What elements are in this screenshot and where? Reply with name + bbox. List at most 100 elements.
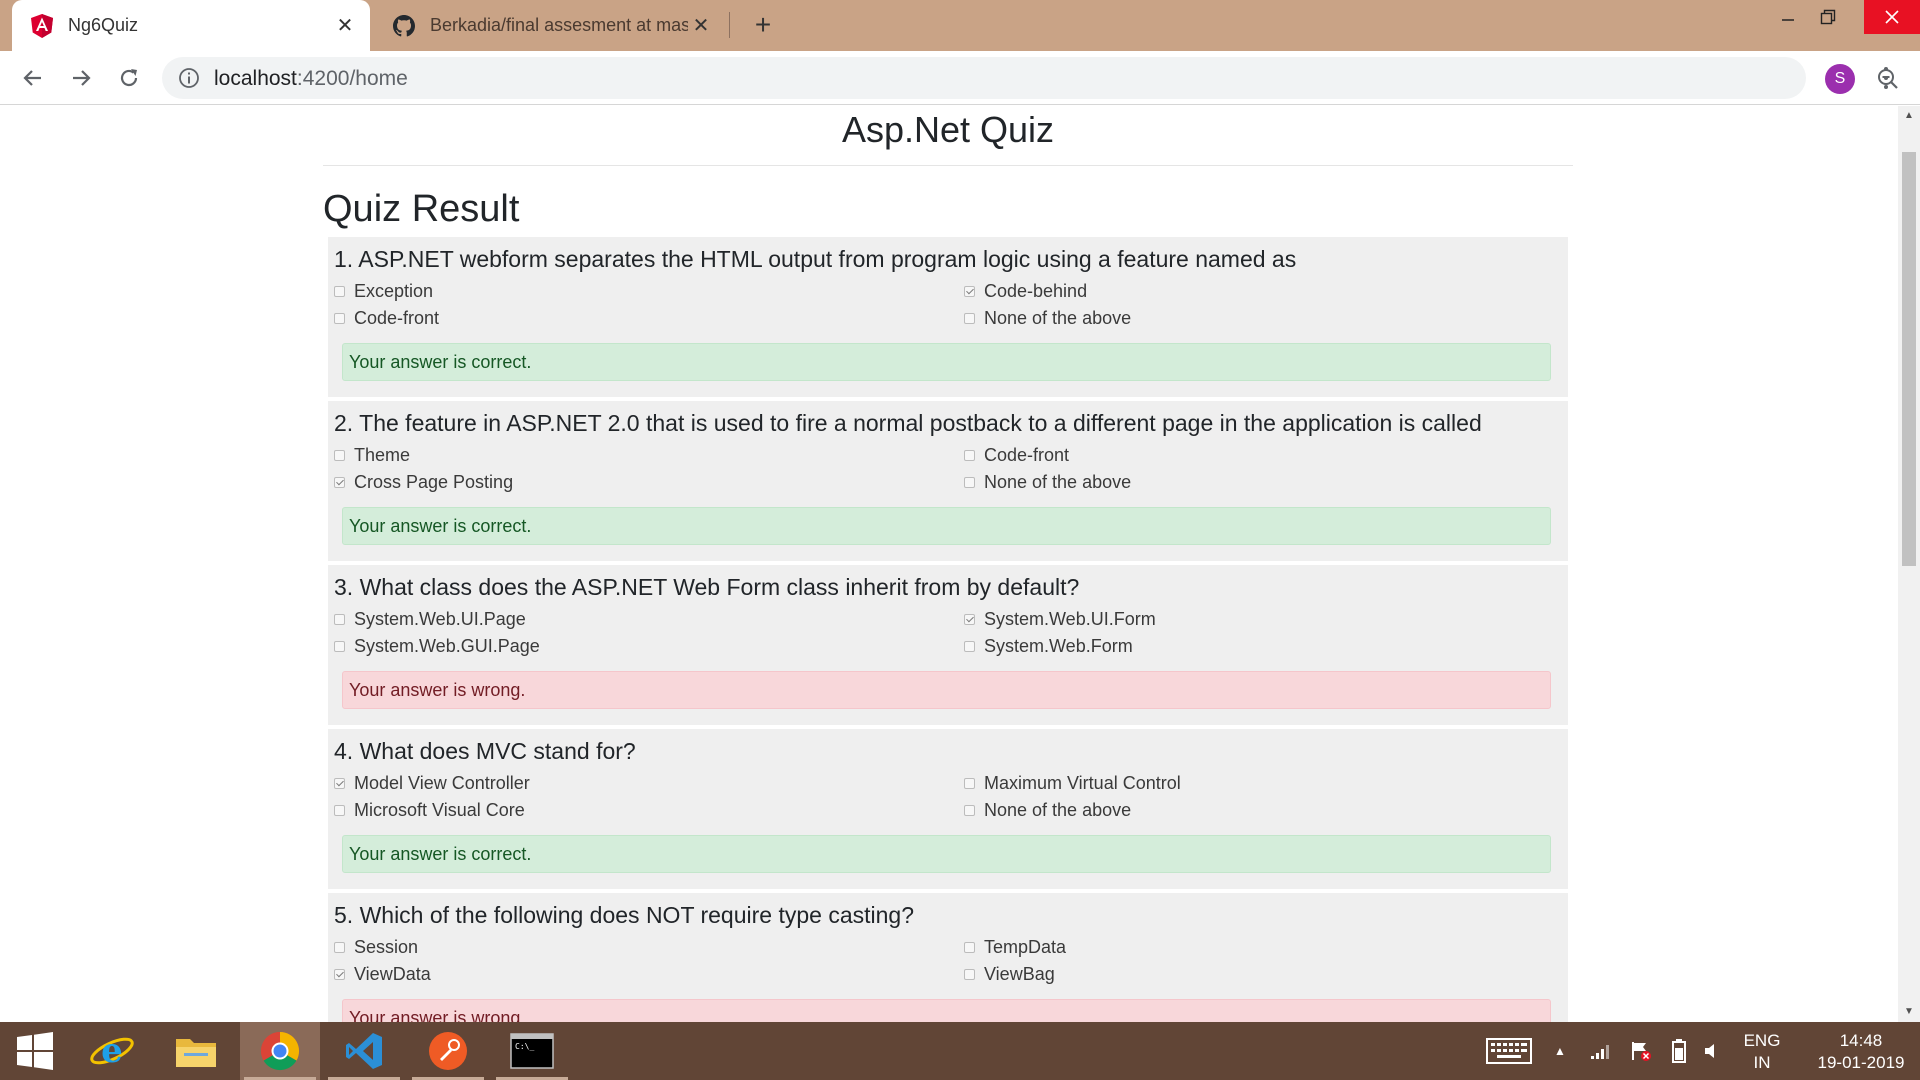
checkbox[interactable] xyxy=(334,286,345,297)
tab-github[interactable]: Berkadia/final assesment at mast ✕ xyxy=(374,0,726,51)
checkbox[interactable] xyxy=(334,450,345,461)
question-card-4: 4. What does MVC stand for? Model View C… xyxy=(328,729,1568,889)
tab-ng6quiz[interactable]: Ng6Quiz ✕ xyxy=(12,0,370,51)
internet-explorer-icon[interactable]: e xyxy=(72,1022,152,1080)
option-label: Code-front xyxy=(354,308,440,328)
option-3[interactable]: Microsoft Visual Core xyxy=(334,800,525,821)
file-explorer-icon[interactable] xyxy=(156,1022,236,1080)
angular-icon xyxy=(30,13,54,38)
checkbox[interactable] xyxy=(964,450,975,461)
question-text: 5. Which of the following does NOT requi… xyxy=(334,902,914,928)
checkbox[interactable] xyxy=(964,969,975,980)
profile-avatar[interactable]: S xyxy=(1825,64,1855,94)
option-2[interactable]: Maximum Virtual Control xyxy=(964,773,1181,794)
checkbox-checked[interactable] xyxy=(964,286,975,297)
option-label: None of the above xyxy=(984,800,1132,820)
forward-arrow-icon[interactable] xyxy=(64,61,98,95)
option-1[interactable]: Theme xyxy=(334,445,410,466)
checkbox[interactable] xyxy=(964,641,975,652)
option-3[interactable]: Code-front xyxy=(334,308,439,329)
question-text: 4. What does MVC stand for? xyxy=(334,738,636,764)
battery-icon[interactable] xyxy=(1668,1022,1690,1080)
question-text: 1. ASP.NET webform separates the HTML ou… xyxy=(334,246,1297,272)
option-4[interactable]: None of the above xyxy=(964,308,1131,329)
close-window-button[interactable] xyxy=(1864,0,1920,34)
option-label: Maximum Virtual Control xyxy=(984,773,1181,793)
option-1[interactable]: System.Web.UI.Page xyxy=(334,609,526,630)
option-label: System.Web.GUI.Page xyxy=(354,636,540,656)
option-1[interactable]: Model View Controller xyxy=(334,773,530,794)
checkbox-checked[interactable] xyxy=(334,477,345,488)
result-alert: Your answer is wrong. xyxy=(342,999,1551,1022)
volume-icon[interactable] xyxy=(1702,1022,1724,1080)
restore-button[interactable] xyxy=(1800,0,1856,34)
option-1[interactable]: Exception xyxy=(334,281,433,302)
network-signal-icon[interactable] xyxy=(1588,1022,1614,1080)
option-1[interactable]: Session xyxy=(334,937,418,958)
vscode-icon[interactable] xyxy=(324,1022,404,1080)
postman-icon[interactable] xyxy=(408,1022,488,1080)
back-arrow-icon[interactable] xyxy=(16,61,50,95)
scrollbar-thumb[interactable] xyxy=(1902,152,1916,566)
checkbox[interactable] xyxy=(334,641,345,652)
checkbox[interactable] xyxy=(334,614,345,625)
command-prompt-icon[interactable]: C:\_ xyxy=(492,1022,572,1080)
option-2[interactable]: Code-front xyxy=(964,445,1069,466)
system-clock[interactable]: 14:48 19-01-2019 xyxy=(1806,1030,1916,1074)
option-2[interactable]: System.Web.UI.Form xyxy=(964,609,1156,630)
question-card-1: 1. ASP.NET webform separates the HTML ou… xyxy=(328,237,1568,397)
option-2[interactable]: TempData xyxy=(964,937,1066,958)
svg-text:C:\_: C:\_ xyxy=(515,1042,534,1051)
option-3[interactable]: System.Web.GUI.Page xyxy=(334,636,540,657)
question-card-5: 5. Which of the following does NOT requi… xyxy=(328,893,1568,1022)
checkbox[interactable] xyxy=(964,942,975,953)
option-label: Theme xyxy=(354,445,411,465)
checkbox[interactable] xyxy=(334,805,345,816)
checkbox[interactable] xyxy=(334,313,345,324)
input-language-indicator[interactable]: ENG IN xyxy=(1736,1030,1788,1074)
info-icon[interactable] xyxy=(178,67,200,89)
option-4[interactable]: System.Web.Form xyxy=(964,636,1133,657)
checkbox[interactable] xyxy=(334,942,345,953)
checkbox-checked[interactable] xyxy=(334,778,345,789)
reload-icon[interactable] xyxy=(112,61,146,95)
windows-start-icon[interactable] xyxy=(0,1022,70,1080)
show-hidden-icons-chevron-icon[interactable]: ▲ xyxy=(1548,1022,1572,1080)
tab-title: Berkadia/final assesment at mast xyxy=(430,15,688,35)
checkbox-checked[interactable] xyxy=(334,969,345,980)
checkbox[interactable] xyxy=(964,477,975,488)
checkbox[interactable] xyxy=(964,313,975,324)
option-label: Cross Page Posting xyxy=(354,472,514,492)
question-card-3: 3. What class does the ASP.NET Web Form … xyxy=(328,565,1568,725)
address-bar[interactable]: localhost:4200/home xyxy=(162,57,1898,99)
close-tab-icon[interactable]: ✕ xyxy=(332,13,358,39)
touch-keyboard-icon[interactable] xyxy=(1484,1022,1534,1080)
more-menu-icon[interactable] xyxy=(1874,64,1898,92)
url-text[interactable]: localhost:4200/home xyxy=(214,67,408,91)
close-tab-icon[interactable]: ✕ xyxy=(688,13,714,39)
option-4[interactable]: None of the above xyxy=(964,472,1131,493)
option-label: ViewData xyxy=(354,964,431,984)
option-3[interactable]: Cross Page Posting xyxy=(334,472,513,493)
result-alert: Your answer is correct. xyxy=(342,835,1551,873)
option-4[interactable]: None of the above xyxy=(964,800,1131,821)
checkbox-checked[interactable] xyxy=(964,614,975,625)
new-tab-button[interactable]: + xyxy=(748,9,778,40)
option-3[interactable]: ViewData xyxy=(334,964,431,985)
chrome-icon[interactable] xyxy=(240,1022,320,1080)
option-4[interactable]: ViewBag xyxy=(964,964,1055,985)
option-label: Code-front xyxy=(984,445,1070,465)
option-2[interactable]: Code-behind xyxy=(964,281,1087,302)
scroll-up-arrow-icon[interactable]: ▲ xyxy=(1903,110,1915,122)
checkbox[interactable] xyxy=(964,778,975,789)
option-label: Model View Controller xyxy=(354,773,530,793)
action-center-flag-icon[interactable] xyxy=(1628,1022,1654,1080)
quiz-result-heading: Quiz Result xyxy=(323,188,520,230)
checkbox[interactable] xyxy=(964,805,975,816)
question-text: 3. What class does the ASP.NET Web Form … xyxy=(334,574,1080,600)
vertical-scrollbar[interactable]: ▲ ▼ xyxy=(1898,106,1920,1022)
svg-text:e: e xyxy=(101,1031,123,1071)
github-icon xyxy=(392,14,416,38)
option-label: None of the above xyxy=(984,308,1132,328)
scroll-down-arrow-icon[interactable]: ▼ xyxy=(1903,1006,1915,1018)
